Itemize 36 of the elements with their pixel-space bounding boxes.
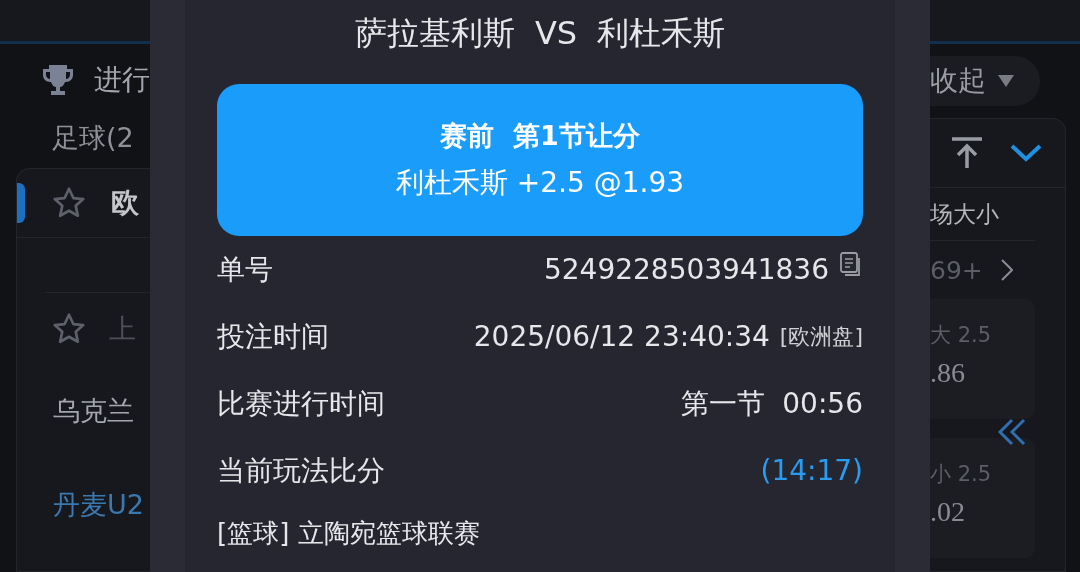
row-label: 当前玩法比分 [217, 452, 385, 489]
odds-label: 大 2.5 [930, 322, 993, 349]
collapse-button[interactable]: 收起 [930, 56, 1040, 106]
order-number: 5249228503941836 [543, 253, 829, 286]
bet-time: 2025/06/12 23:40:34 [473, 320, 770, 353]
section-title: 进行 [94, 62, 150, 98]
row-label: 比赛进行时间 [217, 385, 385, 422]
odds-option[interactable]: 大 2.5 .86 [930, 299, 1035, 419]
double-chevron-left-icon[interactable] [996, 418, 1028, 446]
row-value: 第一节 00:56 [680, 385, 863, 422]
odds-value: .02 [930, 496, 966, 528]
trophy-icon [40, 62, 76, 98]
scroll-top-icon[interactable] [952, 137, 982, 169]
bet-selection: 利杜禾斯 +2.5 @1.93 [395, 165, 685, 201]
selection-marker [17, 183, 25, 223]
league-name: [篮球] 立陶宛篮球联赛 [217, 517, 481, 550]
chevron-right-icon[interactable] [1000, 259, 1013, 281]
chevron-down-icon[interactable] [1010, 144, 1042, 162]
row-label: 单号 [217, 251, 273, 288]
odds-label: 小 2.5 [930, 461, 993, 488]
league-name: 欧 [111, 185, 139, 221]
match-status: 上 [109, 312, 136, 346]
bet-market: 赛前 第1节让分 [440, 119, 640, 153]
match-title: 萨拉基利斯 VS 利杜禾斯 [353, 13, 727, 54]
score-value: (14:17) [760, 454, 863, 487]
odds-value: .86 [930, 357, 966, 389]
market-title: 场大小 [930, 188, 1035, 241]
odds-option[interactable]: 小 2.5 .02 [930, 438, 1035, 558]
more-count[interactable]: 69+ [930, 255, 983, 285]
category-tab[interactable]: 足球(2 [0, 100, 150, 154]
team-link[interactable]: 丹麦U2 [17, 429, 150, 523]
copy-icon[interactable] [839, 251, 863, 278]
caret-icon [998, 75, 1014, 87]
team-name: 乌克兰 [52, 394, 135, 428]
odds-type: [欧洲盘] [779, 322, 863, 351]
row-label: 投注时间 [217, 318, 329, 355]
